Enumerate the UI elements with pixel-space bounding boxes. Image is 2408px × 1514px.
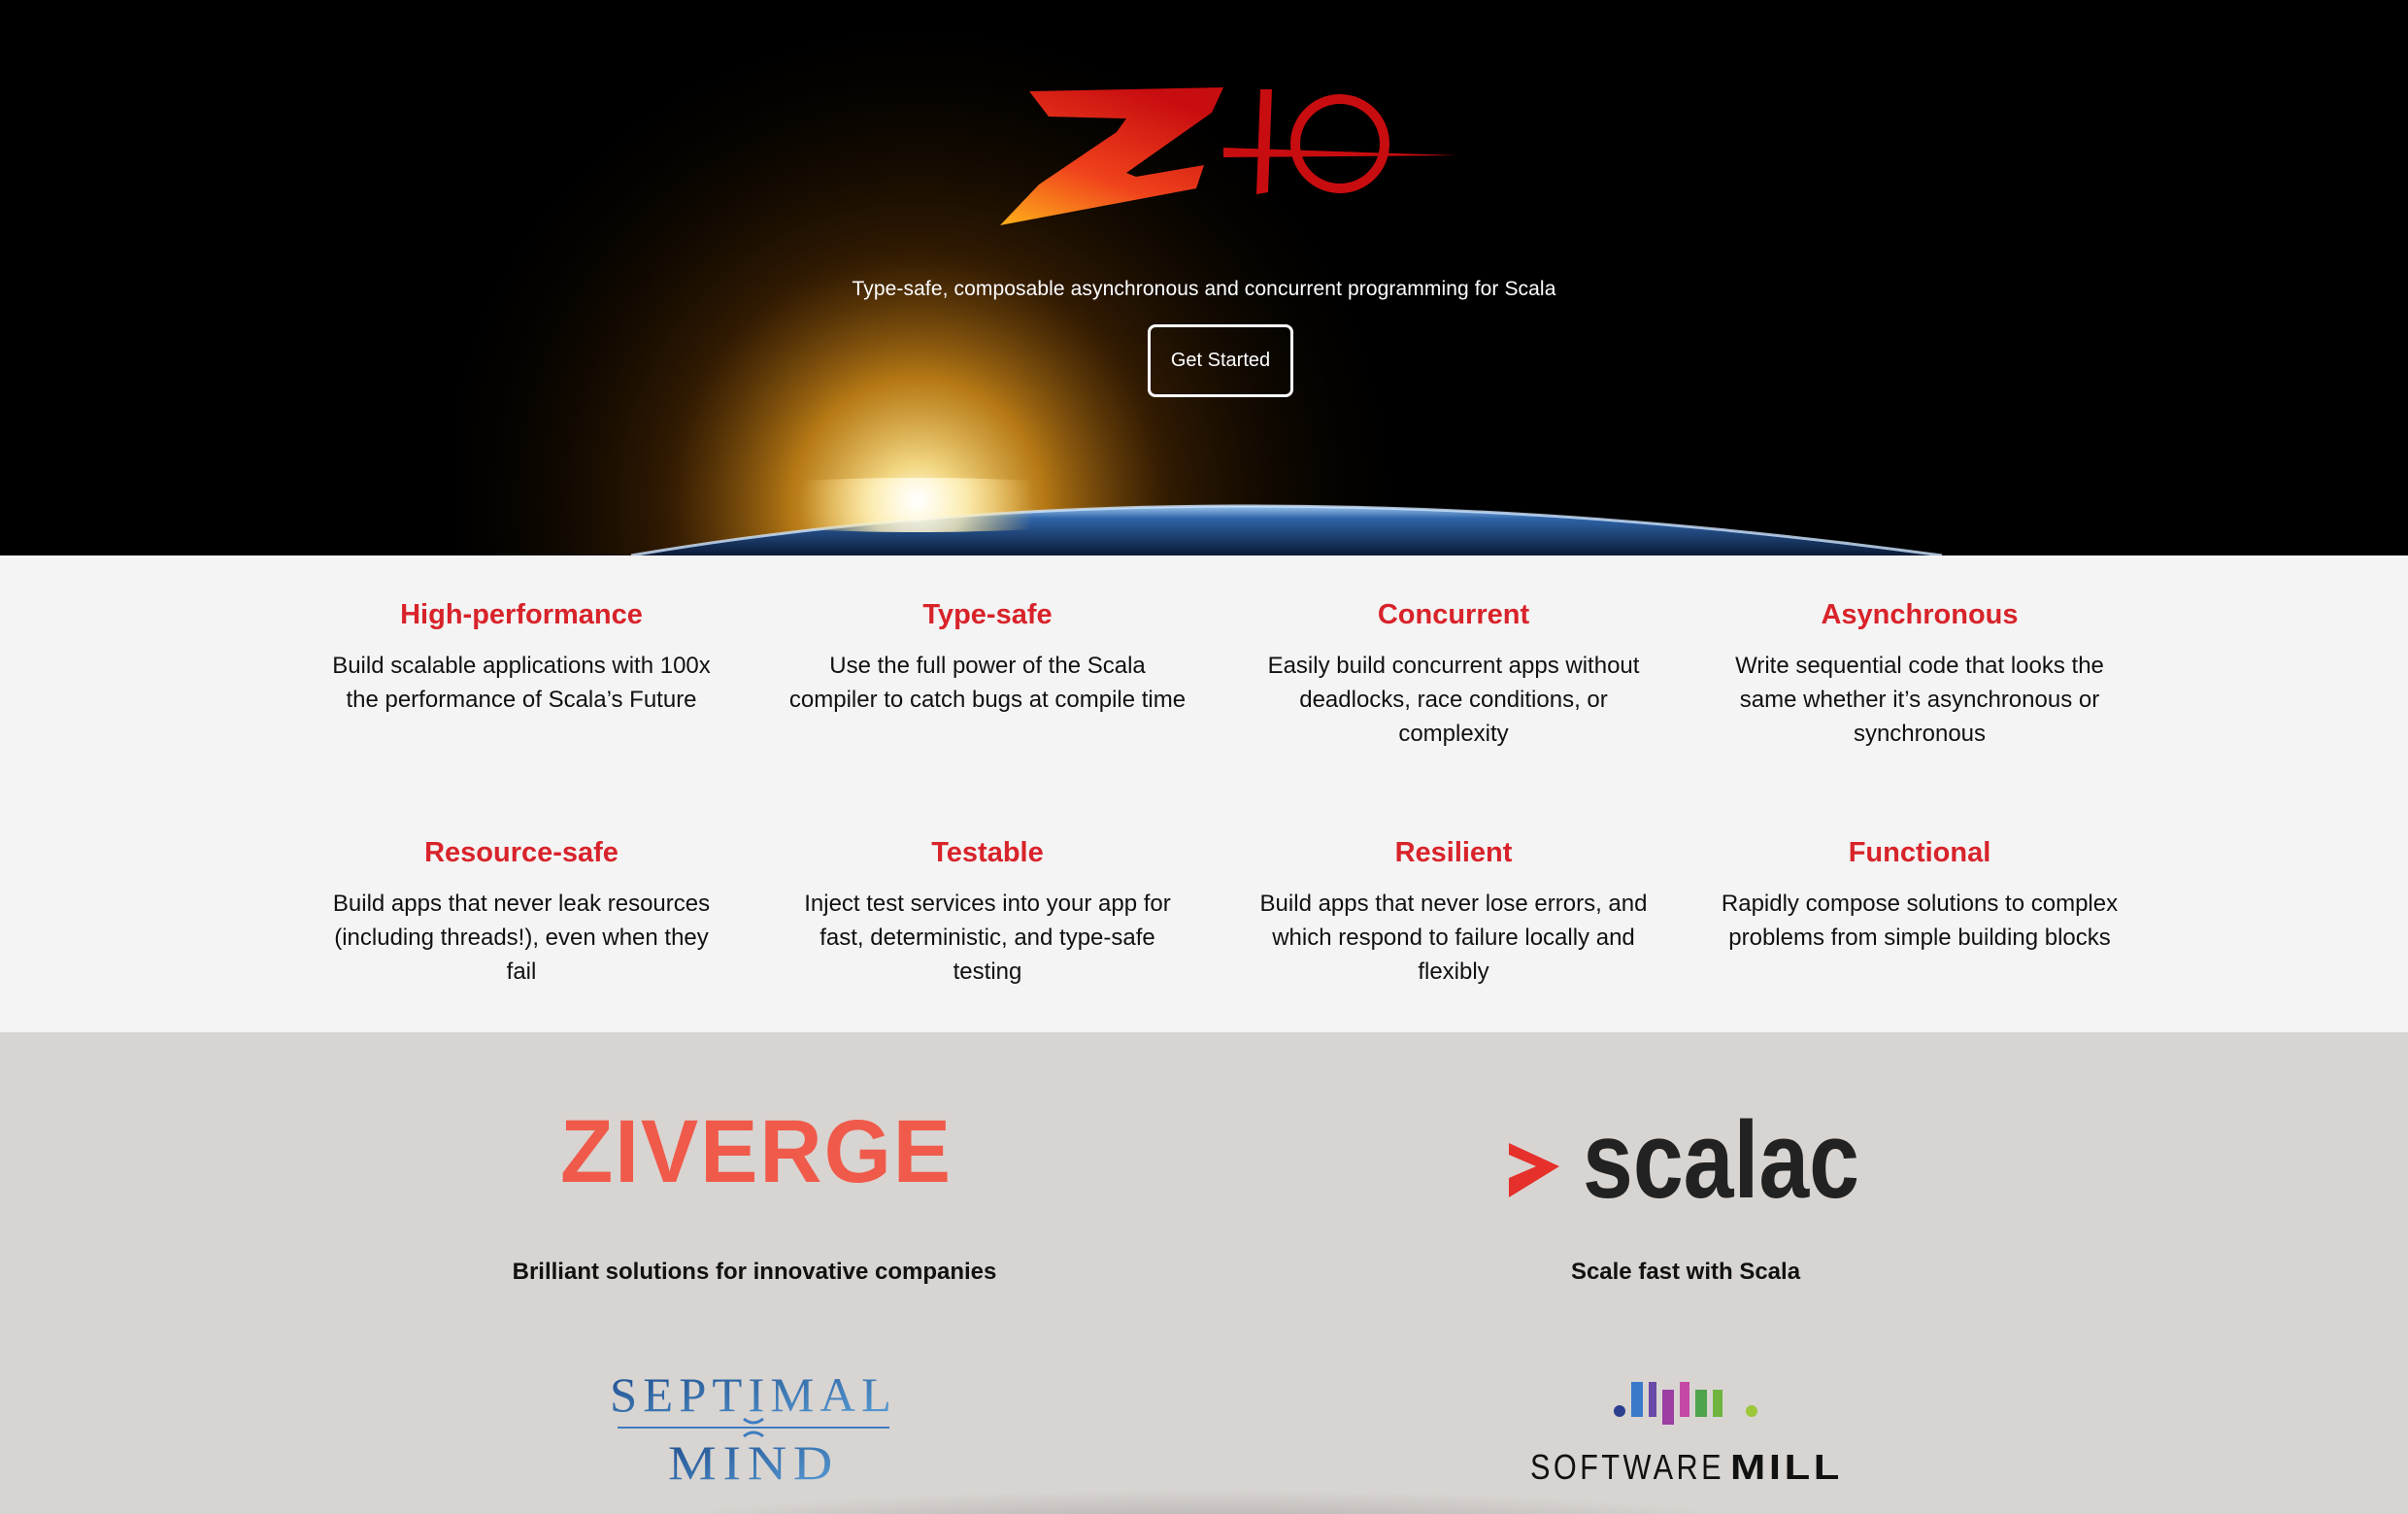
feature-title: Concurrent [1377,599,1530,630]
septimal-mind-logo: SEPTIMAL MIND [610,1367,897,1490]
scalac-logo-text: scalac [1583,1099,1859,1207]
get-started-button[interactable]: Get Started [1148,324,1293,397]
ziverge-logo-link[interactable]: ZIVERGE [557,1102,955,1201]
sponsors-section: ZIVERGE Brilliant solutions for innovati… [0,1032,2408,1514]
bottom-shadow [544,1489,1864,1514]
feature-title: Asynchronous [1821,599,2019,630]
feature-text: Inject test services into your app for f… [804,891,1171,985]
feature-card: Asynchronous Write sequential code that … [1716,596,2124,751]
feature-text: Build scalable applications with 100x th… [332,653,711,713]
feature-card: Functional Rapidly compose solutions to … [1716,834,2124,955]
feature-card: High-performance Build scalable applicat… [318,596,725,717]
feature-text: Use the full power of the Scala compiler… [788,653,1187,713]
softwaremill-bars-icon [1614,1382,1757,1425]
ziverge-logo: ZIVERGE [560,1102,953,1201]
septimal-logo-line2: MIND [668,1435,839,1489]
feature-text: Build apps that never leak resources (in… [332,891,711,985]
scalac-logo: scalac [1509,1099,1859,1221]
features-section: High-performance Build scalable applicat… [0,555,2408,1032]
feature-text: Rapidly compose solutions to complex pro… [1721,891,2119,951]
hero-section: Type-safe, composable asynchronous and c… [0,0,2408,555]
ziverge-logo-text: ZIVERGE [560,1106,953,1194]
ziverge-caption: Brilliant solutions for innovative compa… [512,1259,997,1285]
scalac-chevron-icon [1509,1143,1559,1197]
feature-text: Write sequential code that looks the sam… [1735,653,2104,747]
feature-title: Testable [931,837,1044,868]
softwaremill-logo-light: SOFTWARE [1530,1447,1724,1487]
septimal-mind-logo-link[interactable]: SEPTIMAL MIND [608,1363,899,1490]
feature-card: Type-safe Use the full power of the Scal… [784,596,1191,717]
softwaremill-logo-bold: MILL [1730,1447,1843,1487]
feature-title: Resource-safe [424,837,619,868]
feature-text: Easily build concurrent apps without dea… [1267,653,1640,747]
softwaremill-logo: SOFTWARE MILL [1530,1382,1843,1487]
feature-card: Resilient Build apps that never lose err… [1250,834,1657,989]
zio-logo[interactable] [981,68,1466,233]
feature-title: Functional [1848,837,1991,868]
zio-logo-mark [1000,87,1456,225]
feature-card: Concurrent Easily build concurrent apps … [1250,596,1657,751]
softwaremill-logo-link[interactable]: SOFTWARE MILL [1528,1363,1845,1489]
feature-text: Build apps that never lose errors, and w… [1259,891,1648,985]
scalac-logo-link[interactable]: scalac [1505,1091,1864,1221]
septimal-logo-line1: SEPTIMAL [610,1367,897,1422]
feature-title: High-performance [400,599,643,630]
feature-card: Resource-safe Build apps that never leak… [318,834,725,989]
scalac-caption: Scale fast with Scala [1570,1259,1801,1285]
hero-tagline: Type-safe, composable asynchronous and c… [852,278,1556,300]
feature-title: Resilient [1394,837,1513,868]
feature-card: Testable Inject test services into your … [784,834,1191,989]
feature-title: Type-safe [922,599,1053,630]
